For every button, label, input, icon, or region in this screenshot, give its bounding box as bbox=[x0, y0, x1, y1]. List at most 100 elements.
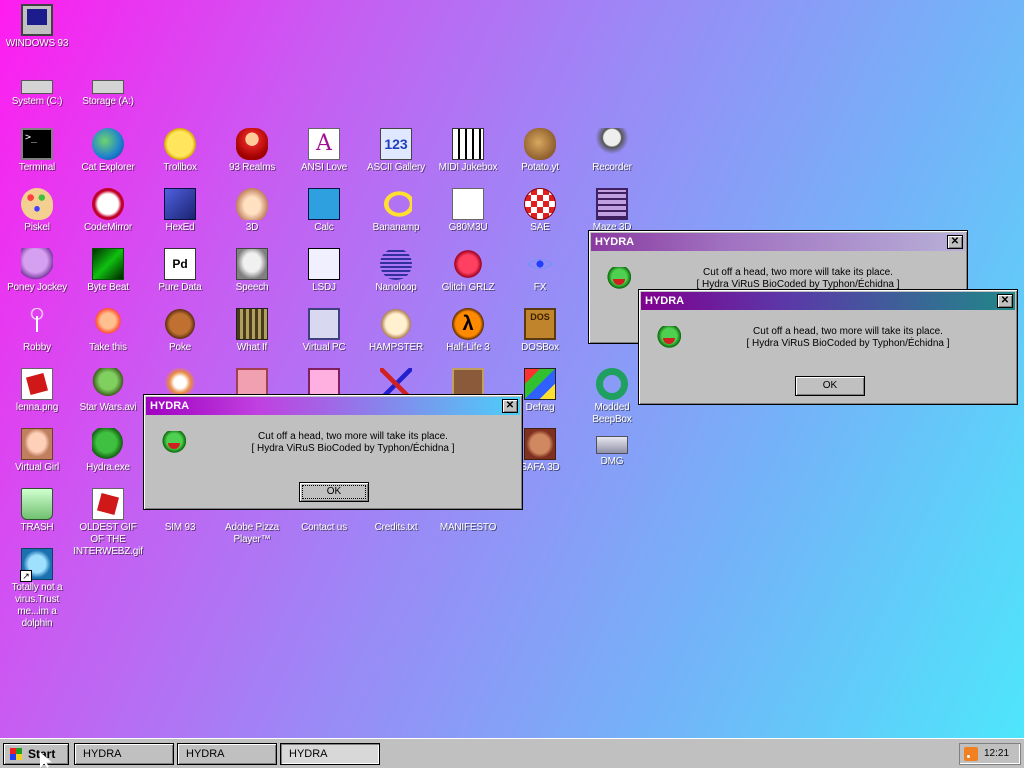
icon-label: SIM 93 bbox=[164, 522, 196, 533]
clock: 12:21 bbox=[984, 748, 1010, 759]
desktop-icon-g80m3u[interactable]: G80M3U bbox=[432, 188, 504, 234]
desktop-icon-lsdj[interactable]: LSDJ bbox=[288, 248, 360, 294]
desktop-icon-hydra-exe[interactable]: Hydra.exe bbox=[72, 428, 144, 474]
icon-label: G80M3U bbox=[448, 222, 488, 233]
desktop-icon-recorder[interactable]: Recorder bbox=[576, 128, 648, 174]
calculator-icon bbox=[308, 188, 340, 220]
take-this-icon bbox=[92, 308, 124, 340]
desktop-icon-fx[interactable]: FX bbox=[504, 248, 576, 294]
dialog-close-button[interactable]: ✕ bbox=[947, 235, 963, 249]
dialog-titlebar[interactable]: HYDRA ✕ bbox=[591, 233, 965, 251]
taskbar-item-hydra[interactable]: HYDRA bbox=[177, 743, 277, 765]
desktop-icon-codemirror[interactable]: CodeMirror bbox=[72, 188, 144, 234]
rss-icon[interactable] bbox=[964, 747, 978, 761]
desktop-icon-pure-data[interactable]: Pd Pure Data bbox=[144, 248, 216, 294]
amiga-ball-icon bbox=[524, 188, 556, 220]
dialog-message-line1: Cut off a head, two more will take its p… bbox=[258, 431, 448, 442]
desktop-icon-byte-beat[interactable]: Byte Beat bbox=[72, 248, 144, 294]
desktop-icon-ansi-love[interactable]: A ANSI Love bbox=[288, 128, 360, 174]
icon-label: Nanoloop bbox=[375, 282, 417, 293]
desktop-icon-glitch-grlz[interactable]: Glitch GRLZ bbox=[432, 248, 504, 294]
bytebeat-icon bbox=[92, 248, 124, 280]
desktop-icon-virtual-girl[interactable]: Virtual Girl bbox=[1, 428, 73, 474]
monitor-icon bbox=[21, 4, 53, 36]
desktop-icon-ascii-gallery[interactable]: 123 ASCII Gallery bbox=[360, 128, 432, 174]
desktop-icon-what-if[interactable]: What If bbox=[216, 308, 288, 354]
desktop-icon-oldest-gif[interactable]: OLDEST GIF OF THE INTERWEBZ.gif bbox=[72, 488, 144, 558]
desktop-icon-star-wars[interactable]: Star Wars.avi bbox=[72, 368, 144, 414]
desktop-icon-terminal[interactable]: >_ Terminal bbox=[1, 128, 73, 174]
desktop-icon-dosbox[interactable]: DOS DOSBox bbox=[504, 308, 576, 354]
dialog-close-button[interactable]: ✕ bbox=[502, 399, 518, 413]
icon-label: Terminal bbox=[18, 162, 56, 173]
desktop-icon-poney-jockey[interactable]: Poney Jockey bbox=[1, 248, 73, 294]
icon-label: Modded BeepBox bbox=[592, 402, 632, 425]
taskbar-item-hydra[interactable]: HYDRA bbox=[280, 743, 380, 765]
desktop-icon-93-realms[interactable]: 93 Realms bbox=[216, 128, 288, 174]
desktop-icon-hexed[interactable]: HexEd bbox=[144, 188, 216, 234]
codemirror-icon bbox=[92, 188, 124, 220]
desktop-icon-maze-3d[interactable]: Maze 3D bbox=[576, 188, 648, 234]
dolphin-icon bbox=[20, 548, 53, 582]
dialog-titlebar[interactable]: HYDRA ✕ bbox=[146, 397, 520, 415]
desktop-icon-lenna-png[interactable]: lenna.png bbox=[1, 368, 73, 414]
desktop-icon-take-this[interactable]: Take this bbox=[72, 308, 144, 354]
desktop-icon-dolphin[interactable]: Totally not a virus.Trust me...im a dolp… bbox=[1, 548, 73, 630]
desktop-icon-3d[interactable]: 3D bbox=[216, 188, 288, 234]
terminal-icon: >_ bbox=[21, 128, 53, 160]
dialog-message: Cut off a head, two more will take its p… bbox=[639, 267, 957, 291]
dialog-message-line2: [ Hydra ViRuS BioCoded by Typhon/Échidna… bbox=[746, 338, 950, 349]
atom-icon bbox=[524, 248, 556, 280]
defrag-icon bbox=[524, 368, 556, 400]
desktop-icon-dmg[interactable]: DMG bbox=[576, 428, 648, 468]
dialog-ok-button[interactable]: OK bbox=[299, 482, 369, 502]
doom-face-icon bbox=[524, 428, 556, 460]
desktop-icon-poke[interactable]: Poke bbox=[144, 308, 216, 354]
desktop-icon-speech[interactable]: Speech bbox=[216, 248, 288, 294]
desktop-icon-virtual-pc[interactable]: Virtual PC bbox=[288, 308, 360, 354]
desktop-icon-trollbox[interactable]: Trollbox bbox=[144, 128, 216, 174]
icon-label: DMG bbox=[600, 456, 624, 467]
dialog-message-line1: Cut off a head, two more will take its p… bbox=[753, 326, 943, 337]
yoda-icon bbox=[92, 368, 124, 400]
troll-face-icon bbox=[164, 128, 196, 160]
desktop-icon-storage-a[interactable]: Storage (A:) bbox=[72, 68, 144, 108]
desktop-icon-sae[interactable]: SAE bbox=[504, 188, 576, 234]
dialog-close-button[interactable]: ✕ bbox=[997, 294, 1013, 308]
desktop-icon-bananamp[interactable]: Bananamp bbox=[360, 188, 432, 234]
desktop-icon-system-c[interactable]: System (C:) bbox=[1, 68, 73, 108]
desktop-icon-potato-yt[interactable]: Potato.yt bbox=[504, 128, 576, 174]
desktop-icon-half-life-3[interactable]: λ Half-Life 3 bbox=[432, 308, 504, 354]
beepbox-ring-icon bbox=[596, 368, 628, 400]
playlist-doc-icon bbox=[452, 188, 484, 220]
desktop-icon-trash[interactable]: TRASH bbox=[1, 488, 73, 534]
start-button[interactable]: Start bbox=[3, 743, 69, 765]
desktop-icon-calc[interactable]: Calc bbox=[288, 188, 360, 234]
ascii-123-icon: 123 bbox=[380, 128, 412, 160]
dialog-message-line2: [ Hydra ViRuS BioCoded by Typhon/Échidna… bbox=[251, 443, 455, 454]
icon-label: System (C:) bbox=[11, 96, 63, 107]
desktop-icon-robby[interactable]: Robby bbox=[1, 308, 73, 354]
stick-figure-icon bbox=[21, 308, 53, 340]
pony-icon bbox=[21, 248, 53, 280]
dialog-title: HYDRA bbox=[595, 236, 635, 248]
desktop-icon-windows93[interactable]: WINDOWS 93 bbox=[1, 4, 73, 50]
icon-label: FX bbox=[533, 282, 547, 293]
icon-label: MIDI Jukebox bbox=[438, 162, 498, 173]
desktop-icon-midi-jukebox[interactable]: MIDI Jukebox bbox=[432, 128, 504, 174]
hydra-dialog-middle: HYDRA ✕ Cut off a head, two more will ta… bbox=[638, 289, 1018, 405]
icon-label: Totally not a virus.Trust me...im a dolp… bbox=[11, 582, 63, 629]
taskbar: Start HYDRA HYDRA HYDRA 12:21 bbox=[0, 738, 1024, 768]
desktop-icon-cat-explorer[interactable]: Cat Explorer bbox=[72, 128, 144, 174]
desktop-icon-hampster[interactable]: HAMPSTER bbox=[360, 308, 432, 354]
icon-label: Storage (A:) bbox=[82, 96, 134, 107]
lips-icon bbox=[452, 248, 484, 280]
dosbox-icon: DOS bbox=[524, 308, 556, 340]
desktop-icon-nanoloop[interactable]: Nanoloop bbox=[360, 248, 432, 294]
icon-label: Calc bbox=[314, 222, 334, 233]
desktop-icon-piskel[interactable]: Piskel bbox=[1, 188, 73, 234]
dialog-titlebar[interactable]: HYDRA ✕ bbox=[641, 292, 1015, 310]
taskbar-item-hydra[interactable]: HYDRA bbox=[74, 743, 174, 765]
icon-label: What If bbox=[236, 342, 268, 353]
dialog-ok-button[interactable]: OK bbox=[795, 376, 865, 396]
